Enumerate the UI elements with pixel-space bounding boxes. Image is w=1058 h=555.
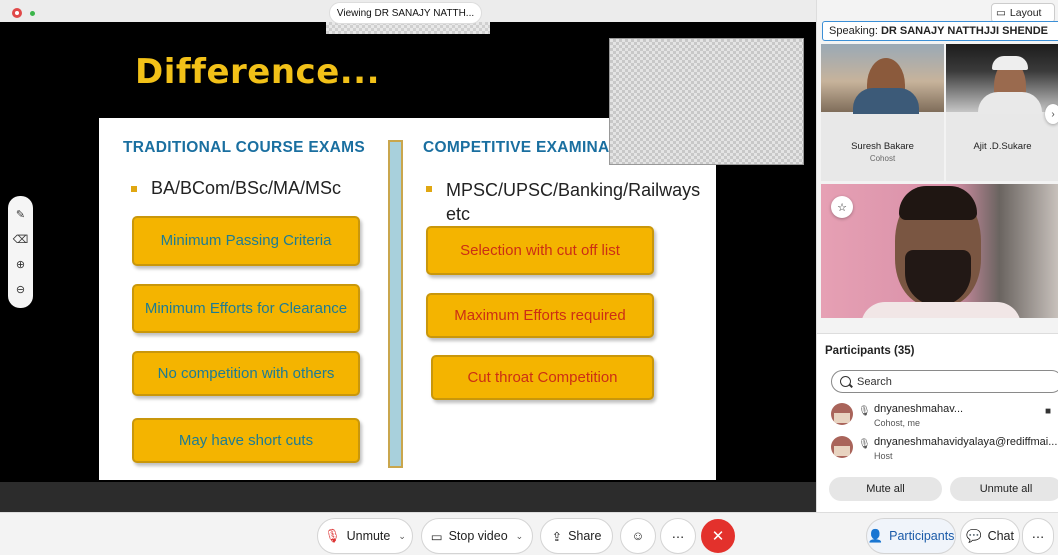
speaking-name: DR SANAJY NATTHJJI SHENDE	[880, 25, 1049, 37]
share-label: Share	[568, 529, 602, 543]
speaking-label: Speaking:	[829, 25, 878, 37]
meeting-control-bar: 🎙 Unmute ⌄ ▭ Stop video ⌄ ⇪ Share ☺ ⋯ ✕ …	[0, 512, 1058, 555]
right-box-1: Selection with cut off list	[426, 226, 654, 275]
chevron-down-icon[interactable]: ⌄	[516, 531, 524, 542]
participants-panel: Participants (35) 🎙 dnyaneshmahav... Coh…	[817, 333, 1058, 512]
reactions-button[interactable]: ☺	[620, 518, 656, 554]
connection-status-icon	[30, 11, 35, 16]
participant-row[interactable]: 🎙 dnyaneshmahav... Cohost, me ■	[829, 401, 1058, 431]
video-camera-icon: ▭	[430, 529, 443, 544]
active-speaker-bar: Speaking: DR SANAJY NATTHJJI SHENDE	[822, 21, 1058, 41]
panel-more-button[interactable]: ⋯	[1022, 518, 1054, 554]
participant-figure	[853, 58, 919, 114]
chevron-down-icon[interactable]: ⌄	[398, 531, 406, 542]
layout-label: Layout	[1009, 7, 1042, 19]
participant-video	[821, 44, 944, 114]
participant-figure	[978, 56, 1042, 114]
right-bullet: MPSC/UPSC/Banking/Railways etc	[426, 178, 701, 228]
people-icon: 👤	[867, 528, 884, 543]
viewing-indicator[interactable]: Viewing DR SANAJY NATTH...	[329, 2, 482, 24]
zoom-in-icon[interactable]: ⊕	[12, 256, 30, 274]
left-column-heading: TRADITIONAL COURSE EXAMS	[123, 139, 366, 156]
close-icon: ✕	[711, 528, 725, 545]
self-video-tile[interactable]: ☆	[821, 184, 1058, 318]
left-bullet: BA/BCom/BSc/MA/MSc	[131, 178, 381, 202]
left-box-2: Minimum Efforts for Clearance	[132, 284, 360, 333]
pin-icon[interactable]: ☆	[831, 196, 853, 218]
right-box-2: Maximum Efforts required	[426, 293, 654, 338]
mic-muted-icon: 🎙	[324, 528, 341, 543]
more-icon: ⋯	[671, 529, 685, 544]
unmute-label: Unmute	[346, 529, 391, 543]
more-options-button[interactable]: ⋯	[660, 518, 696, 554]
participant-tile[interactable]: Ajit .D.Sukare	[946, 44, 1058, 181]
participant-figure	[895, 186, 981, 306]
annotation-toolbar: ✎ ⌫ ⊕ ⊖	[8, 196, 33, 308]
column-divider	[388, 140, 403, 468]
layout-button[interactable]: ▭ Layout	[991, 3, 1055, 23]
participant-video	[946, 44, 1058, 114]
participant-search[interactable]	[831, 370, 1058, 393]
tile-name: Suresh Bakare	[851, 141, 914, 152]
left-bullet-text: BA/BCom/BSc/MA/MSc	[151, 178, 342, 198]
right-box-3: Cut throat Competition	[431, 355, 654, 400]
participants-title: Participants (35)	[825, 345, 915, 357]
participants-button[interactable]: 👤 Participants	[866, 518, 956, 554]
bullet-square-icon	[426, 186, 432, 192]
presenter-video-placeholder[interactable]	[609, 38, 804, 165]
avatar	[831, 403, 853, 425]
right-column-heading: COMPETITIVE EXAMINA	[423, 139, 610, 156]
shared-screen-stage: Difference... TRADITIONAL COURSE EXAMS C…	[0, 0, 816, 512]
mic-icon: 🎙	[858, 439, 871, 450]
participant-name: dnyaneshmahavidyalaya@rediffmai...	[874, 436, 1058, 448]
slide-title: Difference...	[135, 52, 381, 92]
avatar	[831, 436, 853, 458]
meeting-sidebar: ▭ Layout Speaking: DR SANAJY NATTHJJI SH…	[816, 0, 1058, 512]
left-box-4: May have short cuts	[132, 418, 360, 463]
stop-share-indicator-icon[interactable]	[12, 8, 22, 18]
share-button[interactable]: ⇪ Share	[540, 518, 613, 554]
participant-role: Cohost, me	[874, 418, 921, 428]
pen-icon[interactable]: ✎	[12, 206, 30, 224]
chat-icon: 💬	[966, 528, 982, 543]
zoom-out-icon[interactable]: ⊖	[12, 281, 30, 299]
chat-button[interactable]: 💬 Chat	[960, 518, 1020, 554]
participants-label: Participants	[889, 529, 955, 543]
search-input[interactable]	[857, 375, 1037, 388]
unmute-all-button[interactable]: Unmute all	[950, 477, 1058, 501]
participant-role: Host	[874, 451, 893, 461]
participant-row[interactable]: 🎙 dnyaneshmahavidyalaya@rediffmai... Hos…	[829, 434, 1058, 464]
camera-icon: ■	[1045, 406, 1052, 417]
participant-tile[interactable]: Suresh Bakare Cohost	[821, 44, 944, 181]
mic-icon: 🎙	[858, 406, 871, 417]
unmute-button[interactable]: 🎙 Unmute ⌄	[317, 518, 413, 554]
left-box-3: No competition with others	[132, 351, 360, 396]
tile-name: Ajit .D.Sukare	[973, 141, 1032, 152]
stop-video-button[interactable]: ▭ Stop video ⌄	[421, 518, 533, 554]
leave-meeting-button[interactable]: ✕	[701, 519, 735, 553]
more-icon: ⋯	[1031, 529, 1045, 544]
tile-role: Cohost	[869, 154, 896, 163]
left-box-1: Minimum Passing Criteria	[132, 216, 360, 266]
layout-icon: ▭	[996, 7, 1006, 19]
chevron-right-icon[interactable]: ›	[1045, 104, 1058, 124]
eraser-icon[interactable]: ⌫	[12, 231, 30, 249]
bullet-square-icon	[131, 186, 137, 192]
smiley-icon: ☺	[631, 529, 645, 543]
share-icon: ⇪	[551, 529, 563, 544]
chat-label: Chat	[987, 529, 1014, 543]
participant-name: dnyaneshmahav...	[874, 403, 964, 415]
mute-all-button[interactable]: Mute all	[829, 477, 942, 501]
participant-figure	[861, 302, 1021, 318]
search-icon	[840, 376, 851, 387]
right-bullet-text: MPSC/UPSC/Banking/Railways etc	[446, 180, 701, 224]
stop-video-label: Stop video	[448, 529, 508, 543]
